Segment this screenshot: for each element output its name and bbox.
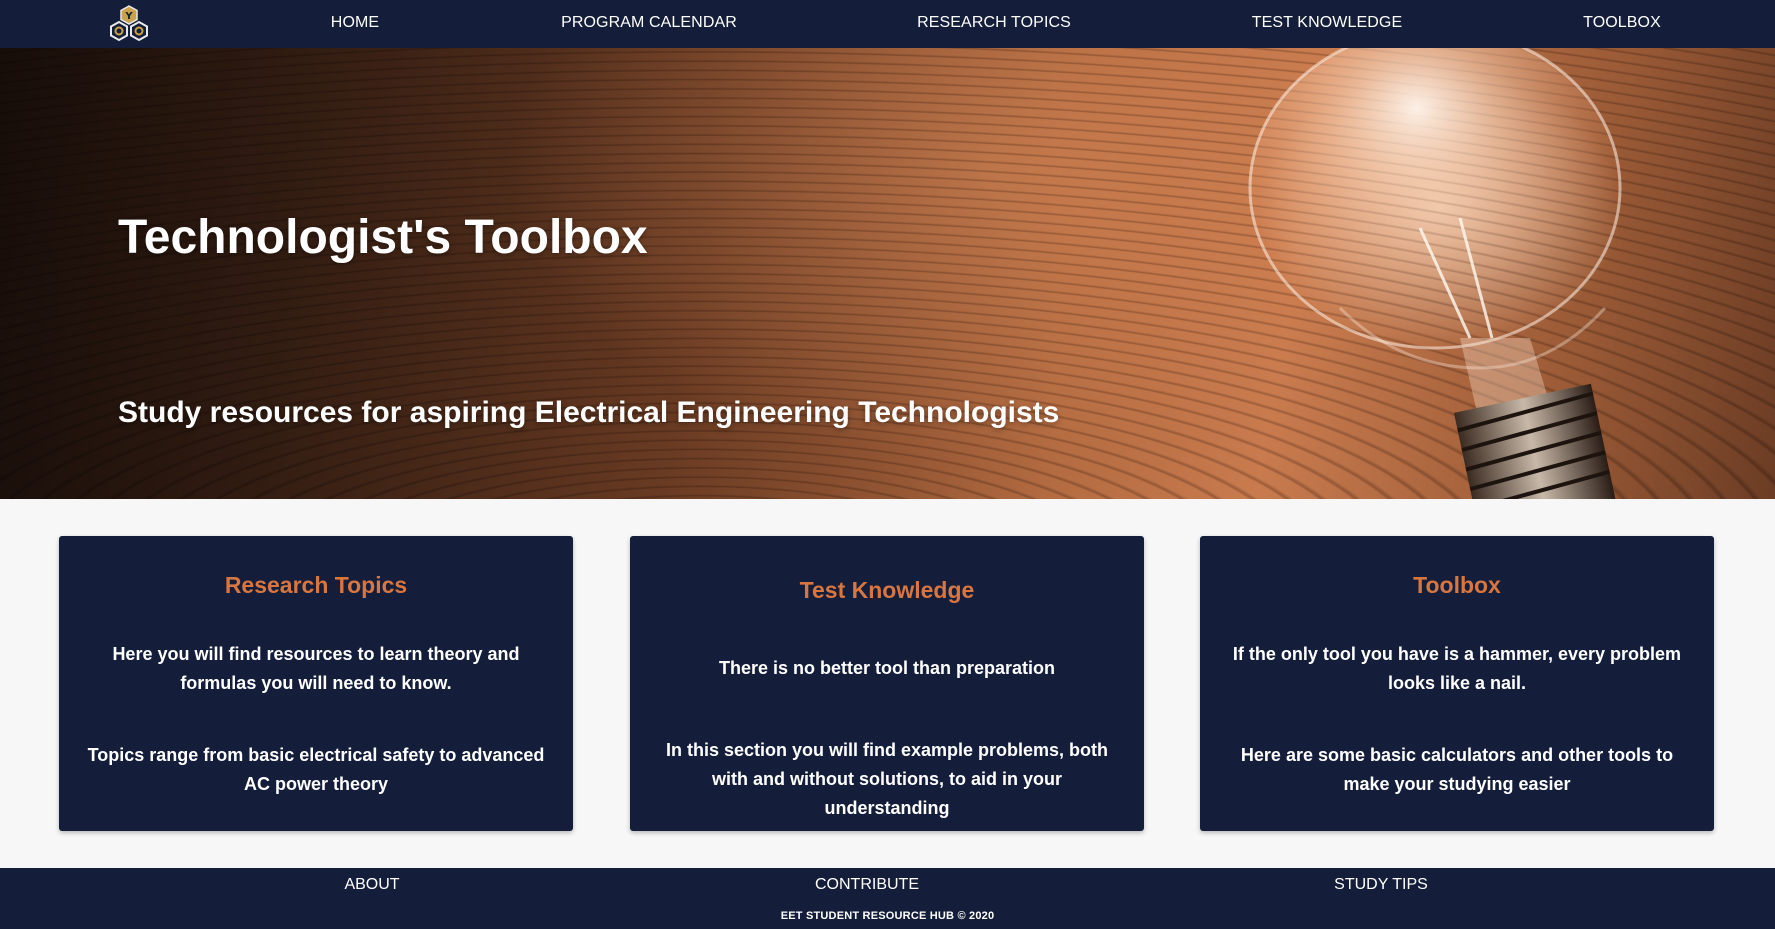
footer-link-about[interactable]: ABOUT [344,876,399,894]
site-logo-icon[interactable]: Y [104,4,154,44]
light-bulb-icon [1248,48,1622,499]
card-paragraph: Here are some basic calculators and othe… [1240,745,1674,794]
card-paragraph: Topics range from basic electrical safet… [87,745,545,794]
footer-link-study-tips[interactable]: STUDY TIPS [1334,876,1428,894]
nav-test-knowledge[interactable]: TEST KNOWLEDGE [1252,0,1402,48]
footer-link-contribute[interactable]: CONTRIBUTE [815,876,919,894]
page-title: Technologist's Toolbox [118,211,648,264]
nav-toolbox[interactable]: TOOLBOX [1583,0,1661,48]
card-title: Toolbox [1413,572,1501,598]
copyright-text: EET STUDENT RESOURCE HUB © 2020 [780,910,995,922]
card-paragraph: If the only tool you have is a hammer, e… [1232,644,1682,693]
card-paragraph: In this section you will find example pr… [665,740,1109,818]
card-title: Research Topics [224,572,408,598]
card-research-topics[interactable]: Research Topics Here you will find resou… [59,536,573,831]
card-toolbox[interactable]: Toolbox If the only tool you have is a h… [1200,536,1714,831]
nav-program-calendar[interactable]: PROGRAM CALENDAR [561,0,737,48]
card-title: Test Knowledge [799,577,975,603]
nav-research-topics[interactable]: RESEARCH TOPICS [917,0,1071,48]
hero-banner: Technologist's Toolbox Study resources f… [0,48,1775,499]
nav-home[interactable]: HOME [331,0,379,48]
card-paragraph: There is no better tool than preparation [718,658,1056,678]
top-navigation: Y HOME PROGRAM CALENDAR RESEARCH TOPICS … [0,0,1775,48]
svg-text:Y: Y [124,11,133,22]
card-test-knowledge[interactable]: Test Knowledge There is no better tool t… [630,536,1144,831]
card-paragraph: Here you will find resources to learn th… [112,644,520,693]
site-footer: ABOUT CONTRIBUTE STUDY TIPS EET STUDENT … [0,868,1775,929]
page-subtitle: Study resources for aspiring Electrical … [118,396,1060,429]
